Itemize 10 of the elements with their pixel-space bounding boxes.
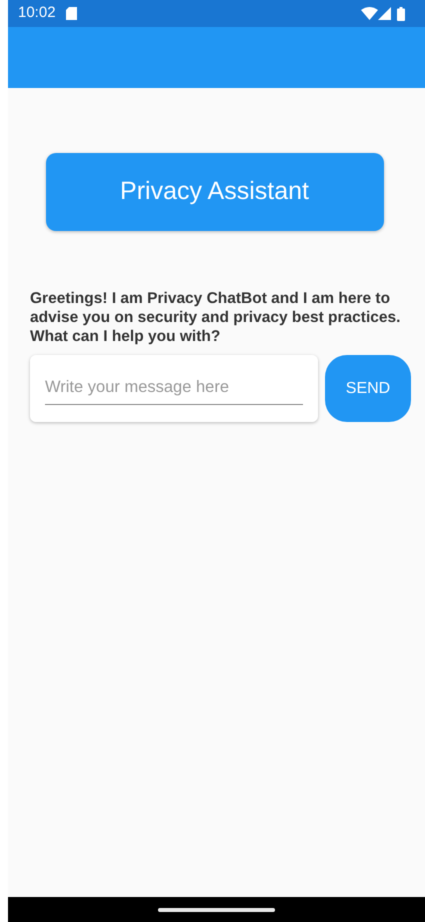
message-field[interactable]: Write your message here — [30, 355, 318, 422]
greeting-message: Greetings! I am Privacy ChatBot and I am here to advise you on security and privacy best practices. What can I help you with? — [30, 289, 402, 346]
battery-icon — [397, 6, 405, 20]
sd-card-icon — [66, 7, 77, 20]
title-button[interactable]: Privacy Assistant — [46, 153, 384, 231]
wifi-icon — [361, 7, 378, 20]
status-time: 10:02 — [18, 3, 56, 24]
home-handle[interactable] — [158, 908, 275, 912]
signal-icon — [378, 7, 391, 20]
send-button[interactable]: SEND — [325, 355, 411, 422]
